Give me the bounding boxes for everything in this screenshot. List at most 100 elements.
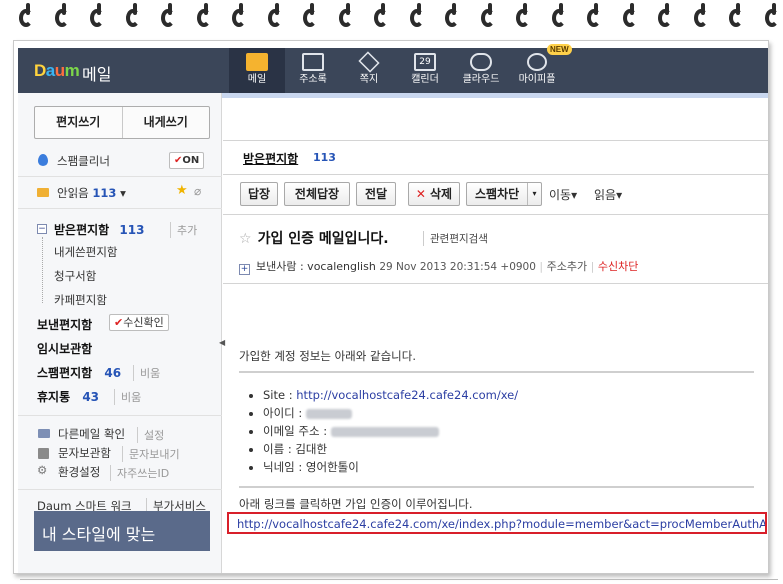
spiral-ring-icon — [551, 3, 569, 33]
account-info-list: Site : http://vocalhostcafe24.cafe24.com… — [247, 386, 518, 476]
spiral-ring-icon — [160, 3, 178, 33]
expand-icon[interactable]: + — [239, 264, 250, 275]
write-to-self-button[interactable]: 내게쓰기 — [121, 107, 210, 138]
spiral-ring-icon — [267, 3, 285, 33]
ad-banner[interactable]: 내 스타일에 맞는 — [34, 511, 210, 551]
separator: | — [590, 260, 595, 273]
mail-window: Daum 메일 메일 주소록 쪽지 29 캘린더 클라우드 NEW 마이피플 편… — [13, 40, 769, 574]
divider — [18, 415, 222, 416]
spiral-ring-icon — [409, 3, 427, 33]
top-nav: Daum 메일 메일 주소록 쪽지 29 캘린더 클라우드 NEW 마이피플 — [18, 44, 768, 93]
unread-filter[interactable]: 안읽음 113 ▾ — [57, 185, 126, 201]
sidebar-item-trash[interactable]: 휴지통 43 — [37, 388, 99, 405]
sms-icon — [38, 448, 49, 459]
compose-buttons: 편지쓰기 내게쓰기 — [34, 106, 210, 139]
empty-trash-link[interactable]: 비움 — [114, 389, 141, 405]
gear-icon: ⚙ — [37, 463, 48, 477]
notebook-spiral — [0, 0, 783, 34]
auth-link[interactable]: http://vocalhostcafe24.cafe24.com/xe/ind… — [227, 512, 767, 534]
spam-cleaner-label[interactable]: 스팸클리너 — [57, 153, 110, 169]
mail-content: 받은편지함 113 답장 전체답장 전달 ✕ 삭제 스팸차단 ▾ 이동▾ 읽음▾ ☆… — [223, 98, 768, 573]
sidebar-item-sent[interactable]: 보낸편지함 — [37, 316, 92, 333]
sidebar-item-bills[interactable]: 청구서함 — [54, 268, 96, 284]
frequent-id-link[interactable]: 자주쓰는ID — [110, 465, 169, 481]
other-mail-icon — [38, 429, 50, 438]
separator: | — [539, 260, 544, 273]
divider — [223, 174, 768, 175]
chevron-down-icon[interactable]: ▾ — [527, 183, 541, 205]
nav-calendar[interactable]: 29 캘린더 — [397, 48, 453, 93]
list-item: 이메일 주소 : — [263, 422, 518, 440]
settings-link[interactable]: 환경설정 — [58, 464, 100, 480]
other-mail-settings[interactable]: 설정 — [137, 427, 164, 443]
add-folder-link[interactable]: 추가 — [170, 222, 197, 238]
read-dropdown[interactable]: 읽음▾ — [594, 186, 622, 203]
nav-cloud[interactable]: 클라우드 — [453, 48, 509, 93]
divider — [18, 176, 222, 177]
add-contact-link[interactable]: 주소추가 — [547, 260, 587, 273]
spiral-ring-icon — [586, 3, 604, 33]
sidebar-item-inbox[interactable]: 받은편지함 113 — [54, 221, 144, 238]
spiral-ring-icon — [125, 3, 143, 33]
star-icon[interactable]: ☆ — [239, 231, 252, 247]
sidebar: 편지쓰기 내게쓰기 스팸클리너 ✔ON 안읽음 113 ▾ ★ ⌀ − 받은편지… — [18, 93, 222, 573]
related-search-link[interactable]: 관련편지검색 — [423, 231, 488, 246]
site-link[interactable]: http://vocalhostcafe24.cafe24.com/xe/ — [296, 388, 518, 402]
sender[interactable]: 보낸사람 : vocalenglish — [256, 260, 376, 273]
forward-button[interactable]: 전달 — [356, 182, 396, 206]
block-spam-button[interactable]: 스팸차단 ▾ — [466, 182, 542, 206]
send-sms-link[interactable]: 문자보내기 — [122, 446, 180, 462]
block-sender-link[interactable]: 수신차단 — [598, 260, 638, 273]
reply-button[interactable]: 답장 — [240, 182, 278, 206]
sidebar-item-drafts[interactable]: 임시보관함 — [37, 340, 92, 357]
spiral-ring-icon — [764, 3, 782, 33]
nav-note[interactable]: 쪽지 — [341, 48, 397, 93]
service-name: 메일 — [82, 65, 112, 84]
mailbox-title[interactable]: 받은편지함 — [243, 150, 298, 167]
empty-spam-link[interactable]: 비움 — [133, 365, 160, 381]
divider — [223, 214, 768, 215]
move-dropdown[interactable]: 이동▾ — [549, 186, 577, 203]
mailbox-count: 113 — [313, 151, 336, 164]
spiral-ring-icon — [480, 3, 498, 33]
nav-mypeople[interactable]: NEW 마이피플 — [509, 44, 572, 93]
nav-mail[interactable]: 메일 — [229, 48, 285, 93]
spiral-ring-icon — [89, 3, 107, 33]
spiral-ring-icon — [302, 3, 320, 33]
delete-button[interactable]: ✕ 삭제 — [408, 182, 460, 206]
calendar-icon: 29 — [414, 53, 436, 71]
sidebar-item-to-self[interactable]: 내게쓴편지함 — [54, 244, 117, 260]
daum-logo[interactable]: Daum — [34, 61, 80, 81]
body-intro: 가입한 계정 정보는 아래와 같습니다. — [239, 349, 416, 363]
list-item: 이름 : 김대한 — [263, 440, 518, 458]
envelope-icon — [37, 188, 49, 197]
reply-all-button[interactable]: 전체답장 — [284, 182, 350, 206]
compose-button[interactable]: 편지쓰기 — [35, 107, 122, 138]
sidebar-item-spam[interactable]: 스팸편지함 46 — [37, 364, 121, 381]
nav-contacts[interactable]: 주소록 — [285, 48, 341, 93]
redacted-email — [330, 426, 439, 437]
divider — [18, 208, 222, 209]
auth-instruction: 아래 링크를 클릭하면 가입 인증이 이루어집니다. — [239, 497, 473, 511]
other-mail-link[interactable]: 다른메일 확인 — [58, 426, 125, 442]
spiral-ring-icon — [231, 3, 249, 33]
delete-icon: ✕ — [415, 187, 426, 201]
read-receipt-button[interactable]: ✔수신확인 — [109, 314, 169, 331]
message-date: 29 Nov 2013 20:31:54 +0900 — [379, 261, 536, 273]
star-icon[interactable]: ★ — [176, 183, 188, 198]
sidebar-item-cafe[interactable]: 카페편지함 — [54, 292, 107, 308]
divider — [18, 489, 222, 490]
folder-tree-line — [42, 237, 43, 303]
sms-archive-link[interactable]: 문자보관함 — [58, 445, 111, 461]
redacted-id — [305, 408, 352, 419]
contacts-icon — [302, 53, 324, 71]
collapse-icon[interactable]: − — [37, 224, 47, 234]
spiral-ring-icon — [728, 3, 746, 33]
spam-cleaner-toggle[interactable]: ✔ON — [169, 152, 205, 169]
mypeople-icon — [527, 53, 547, 71]
cloud-icon — [470, 53, 492, 71]
spiral-ring-icon — [338, 3, 356, 33]
paper-edge — [20, 576, 778, 580]
spiral-ring-icon — [444, 3, 462, 33]
attachment-icon[interactable]: ⌀ — [194, 184, 201, 198]
